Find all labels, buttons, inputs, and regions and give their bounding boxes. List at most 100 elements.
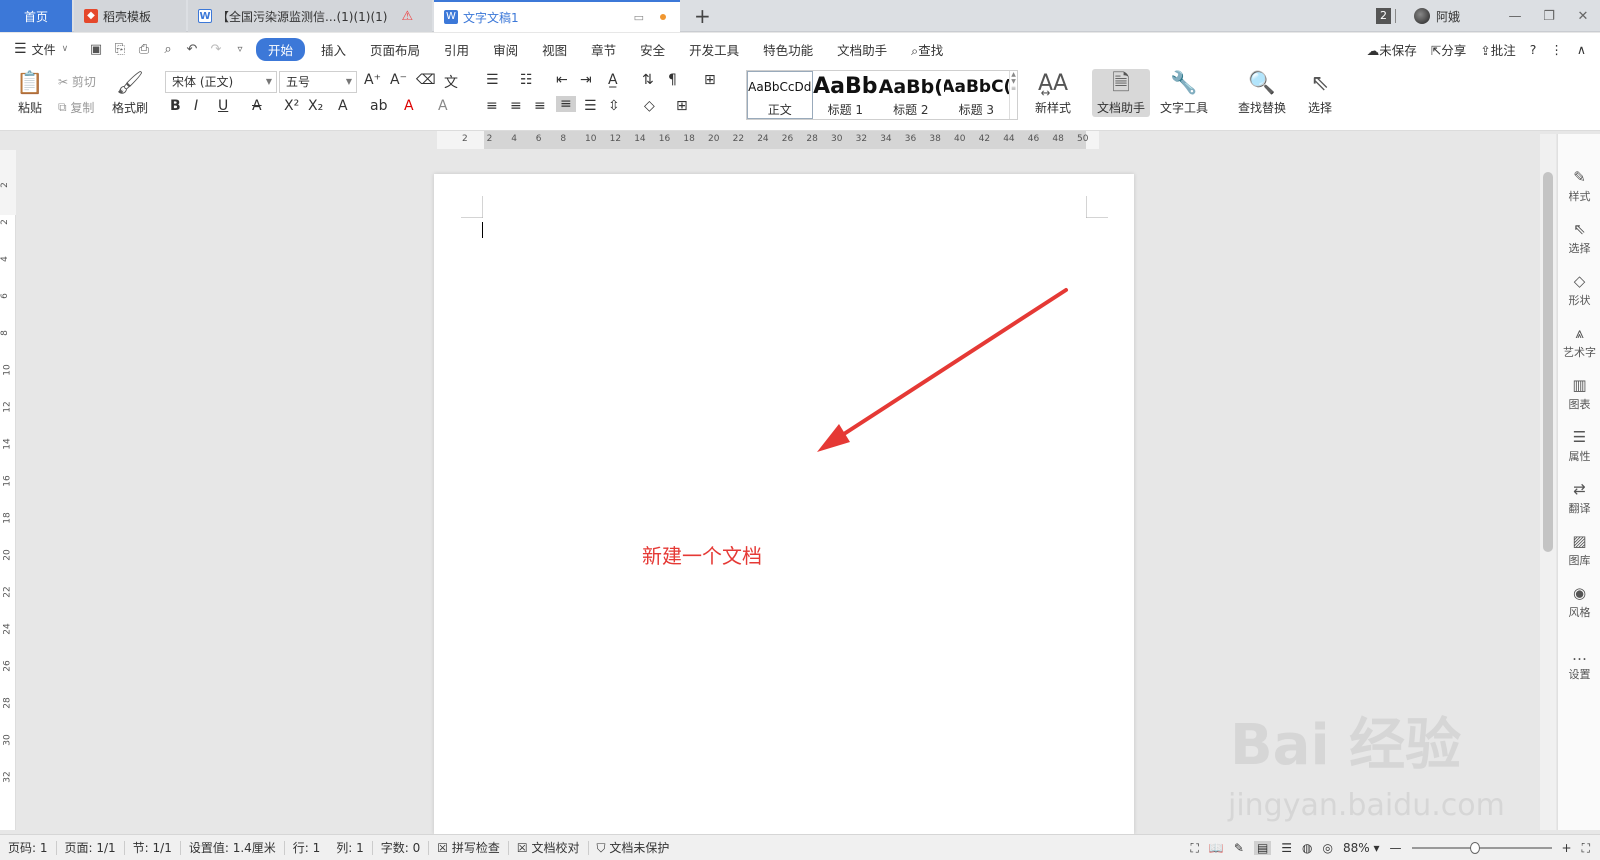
- undo-icon[interactable]: ↶: [180, 42, 204, 57]
- font-size-select[interactable]: 五号 ▼: [279, 71, 357, 93]
- phonetic-guide-icon[interactable]: 文: [444, 72, 458, 92]
- shading-icon[interactable]: ◇: [644, 98, 655, 114]
- find-replace-button[interactable]: 🔍 查找替换: [1232, 69, 1292, 116]
- menu-view[interactable]: 视图: [530, 40, 579, 59]
- eye-protection-icon[interactable]: ◎: [1323, 841, 1333, 855]
- user-avatar[interactable]: [1413, 8, 1430, 24]
- sidebar-item-settings[interactable]: … 设置: [1558, 646, 1600, 682]
- sidebar-item-select[interactable]: ⇖ 选择: [1558, 220, 1600, 256]
- clear-format-icon[interactable]: ⌫: [416, 72, 436, 88]
- customize-icon[interactable]: ▿: [228, 44, 252, 55]
- borders-icon[interactable]: ⊞: [676, 98, 688, 114]
- format-painter-button[interactable]: 🖌 格式刷: [108, 69, 152, 116]
- font-name-select[interactable]: 宋体 (正文) ▼: [165, 71, 277, 93]
- restore-icon[interactable]: ❐: [1532, 9, 1566, 24]
- subscript-icon[interactable]: X₂: [308, 98, 323, 114]
- comment-button[interactable]: ⇪批注: [1480, 40, 1516, 59]
- unsaved-button[interactable]: ☁未保存: [1367, 40, 1417, 59]
- style-heading-1[interactable]: AaBb 标题 1: [813, 71, 879, 119]
- justify-icon[interactable]: ≡: [556, 96, 576, 112]
- zoom-out-icon[interactable]: —: [1390, 841, 1402, 855]
- scrollbar-thumb[interactable]: [1543, 172, 1553, 552]
- status-section[interactable]: 节: 1/1: [125, 839, 180, 856]
- sidebar-item-translate[interactable]: ⇄ 翻译: [1558, 480, 1600, 516]
- web-view-icon[interactable]: ◍: [1302, 841, 1312, 855]
- tab-home[interactable]: 首页: [0, 0, 72, 32]
- text-effect-icon[interactable]: A: [338, 98, 348, 114]
- menu-start[interactable]: 开始: [256, 37, 306, 61]
- save-icon[interactable]: ▣: [84, 42, 108, 57]
- char-shading-icon[interactable]: A: [438, 98, 448, 114]
- style-heading-2[interactable]: AaBb( 标题 2: [878, 71, 944, 119]
- tab-daoke-template[interactable]: ◆ 稻壳模板: [74, 0, 186, 32]
- vertical-scrollbar[interactable]: [1540, 134, 1556, 830]
- menu-search[interactable]: ⌕查找: [899, 40, 955, 59]
- status-words[interactable]: 字数: 0: [373, 839, 429, 856]
- status-pages[interactable]: 页面: 1/1: [57, 839, 124, 856]
- align-left-icon[interactable]: ≡: [486, 98, 498, 114]
- menu-doc-assistant[interactable]: 文档助手: [825, 40, 899, 59]
- user-name[interactable]: 阿娥: [1436, 8, 1460, 25]
- proofread-button[interactable]: ☒ 文档校对: [509, 839, 588, 856]
- new-tab-button[interactable]: +: [694, 4, 711, 28]
- style-heading-3[interactable]: AaBbC( 标题 3: [944, 71, 1010, 119]
- print-preview-icon[interactable]: ⌕: [156, 42, 180, 57]
- menu-features[interactable]: 特色功能: [751, 40, 825, 59]
- redo-icon[interactable]: ↷: [204, 42, 228, 57]
- shrink-font-icon[interactable]: A⁻: [390, 72, 407, 88]
- doc-assistant-button[interactable]: 🗎 文档助手: [1092, 69, 1150, 117]
- zoom-in-icon[interactable]: +: [1562, 841, 1572, 855]
- line-spacing-icon[interactable]: ⇳: [608, 98, 620, 114]
- superscript-icon[interactable]: X²: [284, 98, 299, 114]
- new-style-button[interactable]: A͍A 新样式: [1026, 69, 1080, 116]
- font-color-icon[interactable]: A: [404, 98, 414, 114]
- select-button[interactable]: ⇖ 选择: [1300, 69, 1340, 116]
- fullscreen-icon[interactable]: ⛶: [1191, 841, 1199, 856]
- italic-icon[interactable]: I: [194, 98, 198, 114]
- gallery-scroll[interactable]: ▲ ▼ ≡: [1009, 71, 1017, 119]
- sidebar-item-shape[interactable]: ◇ 形状: [1558, 272, 1600, 308]
- menu-insert[interactable]: 插入: [309, 40, 358, 59]
- menu-page-layout[interactable]: 页面布局: [358, 40, 432, 59]
- menu-chapter[interactable]: 章节: [579, 40, 628, 59]
- increase-indent-icon[interactable]: ⇥: [580, 72, 592, 88]
- edit-view-icon[interactable]: ✎: [1234, 841, 1244, 855]
- share-button[interactable]: ⇱分享: [1431, 40, 1467, 59]
- print-icon[interactable]: ⎙: [132, 42, 156, 57]
- cut-button[interactable]: ✂ 剪切: [58, 73, 96, 90]
- status-setting[interactable]: 设置值: 1.4厘米: [181, 839, 284, 856]
- strikethrough-icon[interactable]: A: [252, 98, 262, 114]
- paste-button[interactable]: 📋 粘贴: [12, 69, 48, 116]
- sidebar-item-chart[interactable]: ▥ 图表: [1558, 376, 1600, 412]
- sidebar-item-wordart[interactable]: ⩓ 艺术字: [1558, 324, 1600, 360]
- align-center-icon[interactable]: ≡: [510, 98, 522, 114]
- bold-icon[interactable]: B: [170, 98, 181, 114]
- sidebar-item-style[interactable]: ✎ 样式: [1558, 168, 1600, 204]
- tab-document-2[interactable]: W 文字文稿1 ▭: [434, 0, 680, 32]
- status-row[interactable]: 行: 1: [285, 839, 329, 856]
- spell-check-button[interactable]: ☒ 拼写检查: [429, 839, 508, 856]
- tab-document-1[interactable]: W 【全国污染源监测信...(1)(1)(1) ⚠: [188, 0, 432, 32]
- sidebar-item-theme[interactable]: ◉ 风格: [1558, 584, 1600, 620]
- screen-icon[interactable]: ▭: [634, 11, 644, 24]
- zoom-slider[interactable]: [1411, 842, 1552, 854]
- help-icon[interactable]: ?: [1530, 42, 1537, 57]
- highlight-icon[interactable]: ab: [370, 98, 387, 114]
- window-count-badge[interactable]: 2: [1375, 8, 1391, 24]
- show-marks-icon[interactable]: ¶: [668, 72, 677, 88]
- protection-button[interactable]: ⛉ 文档未保护: [589, 839, 678, 856]
- menu-developer[interactable]: 开发工具: [677, 40, 751, 59]
- export-icon[interactable]: ⎘: [108, 42, 132, 57]
- bullet-list-icon[interactable]: ☰: [486, 72, 499, 88]
- text-direction-icon[interactable]: A̲: [608, 72, 618, 88]
- underline-icon[interactable]: U: [218, 98, 228, 114]
- status-page[interactable]: 页码: 1: [0, 839, 56, 856]
- zoom-slider-knob[interactable]: [1470, 842, 1481, 854]
- align-right-icon[interactable]: ≡: [534, 98, 546, 114]
- decrease-indent-icon[interactable]: ⇤: [556, 72, 568, 88]
- menu-references[interactable]: 引用: [432, 40, 481, 59]
- menu-review[interactable]: 审阅: [481, 40, 530, 59]
- document-page[interactable]: [434, 174, 1134, 834]
- menu-security[interactable]: 安全: [628, 40, 677, 59]
- reading-view-icon[interactable]: 📖: [1209, 841, 1224, 855]
